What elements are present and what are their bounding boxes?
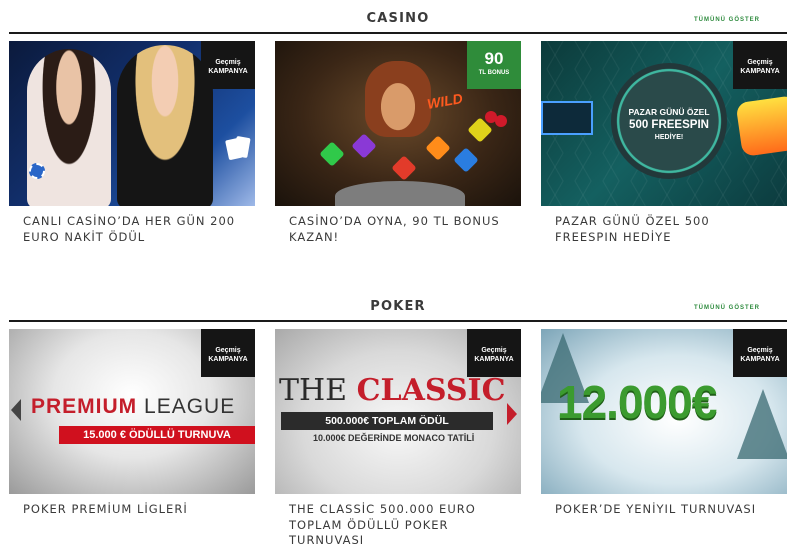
snowy-tree-shape	[737, 389, 787, 459]
premium-league-title: PREMIUM LEAGUE	[31, 395, 235, 419]
past-campaign-badge: Geçmiş KAMPANYA	[467, 329, 521, 377]
dealer-figure-right	[117, 45, 213, 206]
past-campaign-badge: Geçmiş KAMPANYA	[733, 41, 787, 89]
gem-icon	[351, 133, 377, 159]
promo-card-new-year[interactable]: 12.000€ Geçmiş KAMPANYA POKER’DE YENİYIL…	[541, 329, 787, 518]
bonus-unit: TL BONUS	[478, 70, 510, 76]
badge-line-1: Geçmiş	[747, 59, 773, 66]
promo-caption[interactable]: CASİNO’DA OYNA, 90 TL BONUS KAZAN!	[275, 214, 521, 245]
promo-card-casino-bonus[interactable]: WILD 90 TL BONUS CASİNO’DA OYNA, 90 TL B…	[275, 41, 521, 245]
past-campaign-badge: Geçmiş KAMPANYA	[201, 41, 255, 89]
classic-word: CLASSIC	[356, 373, 506, 408]
gem-icon	[453, 147, 479, 173]
slot-base-shape	[335, 181, 465, 206]
game-logo-left	[541, 101, 593, 135]
casino-section: CASINO TÜMÜNÜ GÖSTER Geçmiş KAMPANYA CAN…	[9, 0, 787, 244]
promo-circle-text: PAZAR GÜNÜ ÖZEL 500 FREESPIN HEDİYE!	[611, 107, 727, 141]
the-word: THE	[279, 373, 348, 408]
badge-line-2: KAMPANYA	[208, 68, 248, 75]
promo-caption[interactable]: POKER’DE YENİYIL TURNUVASI	[541, 502, 787, 518]
game-logo-right	[735, 95, 787, 157]
promo-image-the-classic[interactable]: THE CLASSIC 500.000€ TOPLAM ÖDÜL 10.000€…	[275, 329, 521, 494]
prize-bar: 500.000€ TOPLAM ÖDÜL	[281, 412, 493, 430]
badge-line-2: KAMPANYA	[208, 356, 248, 363]
badge-line-1: Geçmiş	[215, 59, 241, 66]
casino-section-title: CASINO	[366, 11, 430, 26]
promo-image-live-casino[interactable]: Geçmiş KAMPANYA	[9, 41, 255, 206]
promo-image-freespin[interactable]: PAZAR GÜNÜ ÖZEL 500 FREESPIN HEDİYE! Geç…	[541, 41, 787, 206]
promo-card-the-classic[interactable]: THE CLASSIC 500.000€ TOPLAM ÖDÜL 10.000€…	[275, 329, 521, 549]
promo-card-freespin[interactable]: PAZAR GÜNÜ ÖZEL 500 FREESPIN HEDİYE! Geç…	[541, 41, 787, 245]
gem-icon	[319, 141, 345, 167]
prize-subtext: 10.000€ DEĞERİNDE MONACO TATİLİ	[313, 433, 475, 443]
bonus-badge: 90 TL BONUS	[467, 41, 521, 89]
badge-line-2: KAMPANYA	[740, 356, 780, 363]
poker-show-all-link[interactable]: TÜMÜNÜ GÖSTER	[694, 305, 760, 311]
circle-line-2: 500 FREESPIN	[629, 119, 709, 131]
circle-line-3: HEDİYE!	[654, 134, 684, 141]
slot-character-figure	[365, 61, 431, 137]
prize-bar: 15.000 € ÖDÜLLÜ TURNUVA	[59, 426, 255, 444]
dealer-figure-left	[27, 49, 111, 206]
playing-card-icon	[233, 135, 251, 159]
badge-line-2: KAMPANYA	[740, 68, 780, 75]
premium-word: PREMIUM	[31, 395, 138, 418]
promo-caption[interactable]: POKER PREMİUM LİGLERİ	[9, 502, 255, 518]
casino-chip-icon	[29, 163, 45, 179]
past-campaign-badge: Geçmiş KAMPANYA	[201, 329, 255, 377]
wild-symbol-text: WILD	[425, 90, 464, 112]
cherry-icon	[485, 111, 497, 123]
promo-caption[interactable]: CANLI CASİNO’DA HER GÜN 200 EURO NAKİT Ö…	[9, 214, 255, 245]
poker-section-header: POKER TÜMÜNÜ GÖSTER	[9, 288, 787, 322]
prize-amount: 12.000€	[557, 376, 717, 428]
badge-line-2: KAMPANYA	[474, 356, 514, 363]
casino-show-all-link[interactable]: TÜMÜNÜ GÖSTER	[694, 17, 760, 23]
promo-caption[interactable]: THE CLASSİC 500.000 EURO TOPLAM ÖDÜLLÜ P…	[275, 502, 521, 549]
poker-section-title: POKER	[370, 299, 426, 314]
casino-section-header: CASINO TÜMÜNÜ GÖSTER	[9, 0, 787, 34]
bonus-amount: 90	[484, 49, 504, 68]
badge-line-1: Geçmiş	[747, 347, 773, 354]
badge-line-1: Geçmiş	[215, 347, 241, 354]
badge-line-1: Geçmiş	[481, 347, 507, 354]
past-campaign-badge: Geçmiş KAMPANYA	[733, 329, 787, 377]
chevron-left-icon	[11, 399, 21, 421]
promo-image-premium-league[interactable]: PREMIUM LEAGUE 15.000 € ÖDÜLLÜ TURNUVA G…	[9, 329, 255, 494]
circle-line-1: PAZAR GÜNÜ ÖZEL	[628, 107, 710, 117]
promo-image-casino-bonus[interactable]: WILD 90 TL BONUS	[275, 41, 521, 206]
league-word: LEAGUE	[144, 395, 236, 418]
gem-icon	[425, 135, 451, 161]
promo-image-new-year[interactable]: 12.000€ Geçmiş KAMPANYA	[541, 329, 787, 494]
gem-icon	[391, 155, 417, 181]
promo-card-live-casino[interactable]: Geçmiş KAMPANYA CANLI CASİNO’DA HER GÜN …	[9, 41, 255, 245]
promo-caption[interactable]: PAZAR GÜNÜ ÖZEL 500 FREESPIN HEDİYE	[541, 214, 787, 245]
poker-section: POKER TÜMÜNÜ GÖSTER PREMIUM LEAGUE 15.00…	[9, 288, 787, 547]
promo-card-premium-league[interactable]: PREMIUM LEAGUE 15.000 € ÖDÜLLÜ TURNUVA G…	[9, 329, 255, 518]
chevron-right-icon	[507, 403, 517, 425]
the-classic-title: THE CLASSIC	[279, 373, 505, 408]
